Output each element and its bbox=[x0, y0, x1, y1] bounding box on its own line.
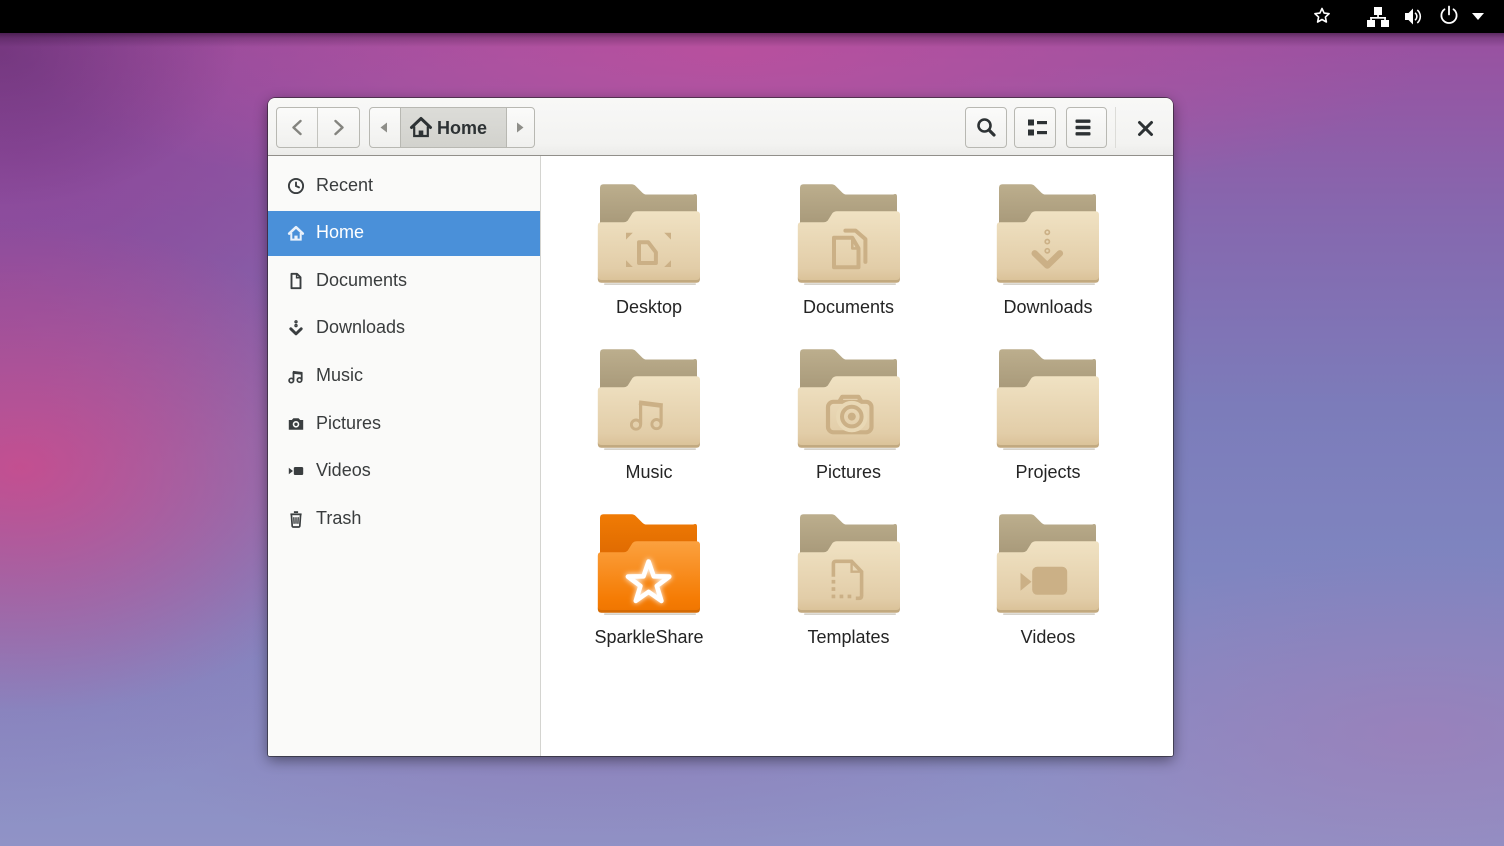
svg-text:Home: Home bbox=[437, 118, 487, 138]
